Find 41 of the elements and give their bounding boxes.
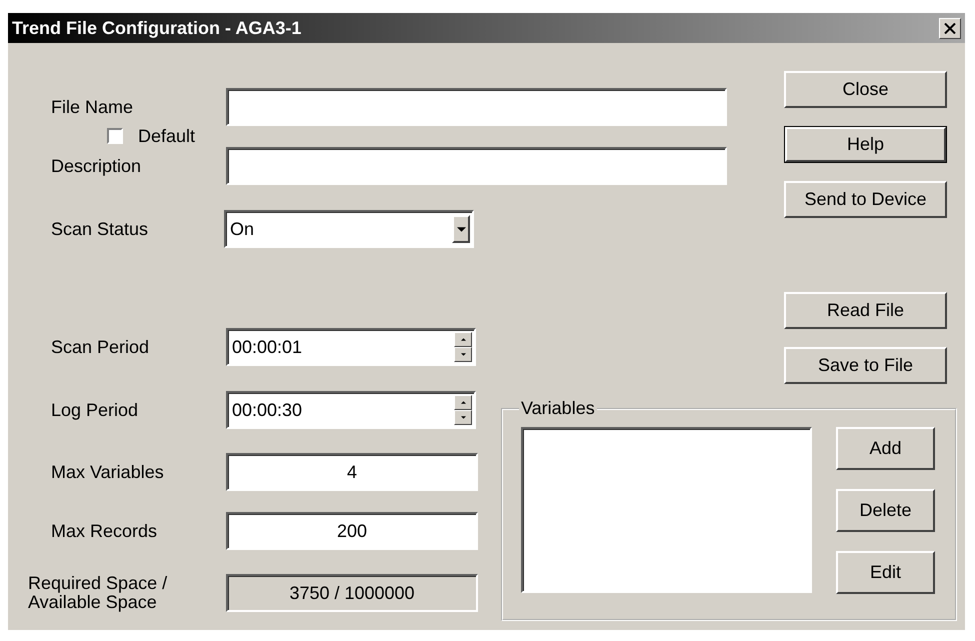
- checkbox-label: Default: [138, 127, 196, 145]
- dialog-button[interactable]: Close: [784, 71, 947, 108]
- arrow-down-icon: [460, 353, 466, 356]
- field-label: Max Records: [50, 520, 158, 542]
- spin-down-button[interactable]: [454, 347, 472, 362]
- field-label: Required Space / Available Space: [27, 574, 168, 612]
- dialog-button[interactable]: Read File: [784, 292, 947, 329]
- spin-down-button[interactable]: [454, 410, 472, 425]
- field-label: Max Variables: [50, 462, 165, 482]
- field-label: Scan Period: [50, 336, 150, 358]
- variable-button[interactable]: Add: [836, 427, 935, 470]
- dialog-button[interactable]: Save to File: [784, 347, 947, 384]
- readout-field: 3750 / 1000000: [226, 574, 478, 612]
- arrow-up-icon: [460, 338, 466, 341]
- checkbox[interactable]: [107, 128, 123, 144]
- arrow-up-icon: [460, 401, 466, 404]
- close-icon: [944, 22, 956, 34]
- field-label: Log Period: [50, 400, 140, 420]
- spin-field[interactable]: 00:00:30: [226, 391, 476, 429]
- text-field[interactable]: [226, 147, 727, 185]
- caret-down-icon: [456, 226, 466, 232]
- variables-list[interactable]: [521, 427, 812, 593]
- spin-up-button[interactable]: [454, 332, 472, 347]
- field-label: Description: [50, 156, 142, 176]
- text-field[interactable]: [226, 88, 727, 126]
- field-label: File Name: [50, 96, 134, 118]
- window-title: Trend File Configuration - AGA3-1: [12, 18, 302, 38]
- dialog-button[interactable]: Send to Device: [784, 181, 947, 218]
- variable-button[interactable]: Delete: [836, 489, 935, 532]
- spin-field[interactable]: 00:00:01: [226, 328, 476, 366]
- group-label: Variables: [520, 398, 596, 419]
- spin-up-button[interactable]: [454, 395, 472, 410]
- dropdown-field[interactable]: On: [224, 210, 474, 248]
- variable-button[interactable]: Edit: [836, 551, 935, 594]
- number-field[interactable]: 4: [226, 453, 478, 491]
- field-label: Scan Status: [50, 218, 150, 240]
- arrow-down-icon: [460, 416, 466, 419]
- dropdown-button[interactable]: [452, 215, 470, 243]
- dialog-button[interactable]: Help: [784, 126, 947, 163]
- number-field[interactable]: 200: [226, 512, 478, 550]
- close-button[interactable]: [939, 18, 961, 38]
